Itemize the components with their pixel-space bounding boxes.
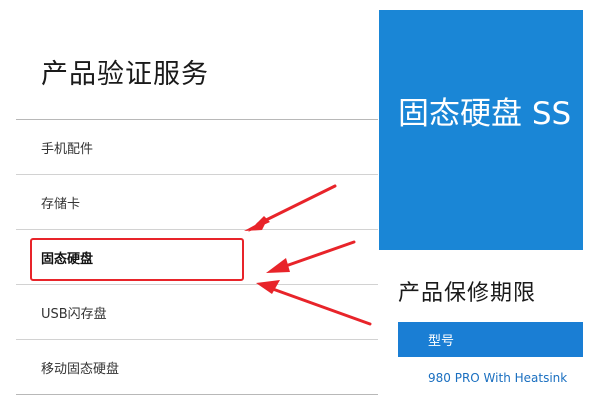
menu-item-memory-card[interactable]: 存储卡 [16,175,378,230]
table-row[interactable]: 980 PRO With Heatsink [398,357,583,399]
menu-item-usb-flash-drive[interactable]: USB闪存盘 [16,285,378,340]
menu-item-phone-accessories[interactable]: 手机配件 [16,120,378,175]
category-banner: 固态硬盘 SS [379,10,583,250]
banner-title: 固态硬盘 SS [398,96,572,132]
table-header-model: 型号 [398,322,583,357]
menu-item-portable-ssd[interactable]: 移动固态硬盘 [16,340,378,395]
menu-item-ssd[interactable]: 固态硬盘 [16,230,378,285]
product-category-menu: 手机配件 存储卡 固态硬盘 USB闪存盘 移动固态硬盘 [16,119,378,395]
warranty-section-title: 产品保修期限 [398,281,537,306]
warranty-table: 型号 980 PRO With Heatsink [398,322,583,399]
page-title: 产品验证服务 [41,59,209,90]
